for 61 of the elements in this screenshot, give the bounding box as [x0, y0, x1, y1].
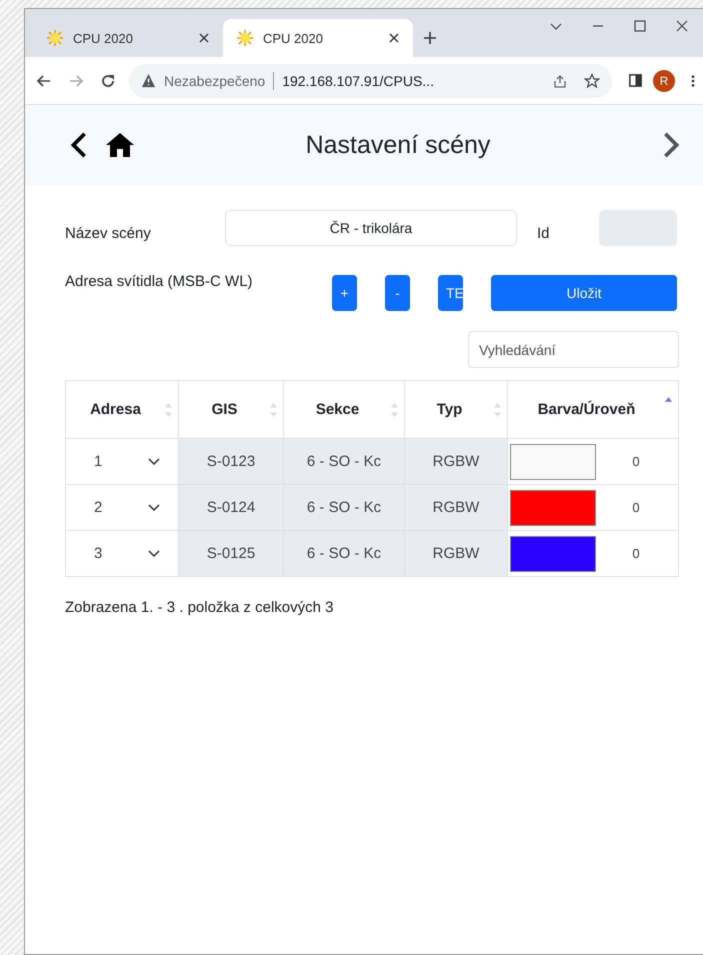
color-swatch[interactable]	[510, 536, 596, 572]
side-panel-icon[interactable]	[628, 73, 643, 88]
sun-icon	[237, 30, 253, 46]
action-button[interactable]: -	[385, 275, 410, 311]
level-value: 0	[631, 454, 641, 469]
forward-icon[interactable]	[661, 131, 681, 159]
column-title: Typ	[436, 401, 464, 418]
tab-title: CPU 2020	[73, 30, 134, 46]
column-header[interactable]: Barva/Úroveň	[508, 380, 678, 438]
color-swatch[interactable]	[510, 444, 596, 480]
column-header[interactable]: Adresa	[66, 380, 178, 438]
url-text: 192.168.107.91/CPUS...	[282, 72, 435, 88]
table-cell: 6 - SO - Kc	[284, 484, 404, 530]
security-label: Nezabezpečeno	[164, 72, 266, 88]
close-icon[interactable]	[675, 19, 689, 33]
table-cell: RGBW	[404, 484, 508, 530]
color-swatch[interactable]	[510, 490, 596, 526]
scene-name-label: Název scény	[65, 224, 152, 242]
table-cell: S-0124	[178, 484, 284, 530]
star-icon[interactable]	[584, 72, 600, 88]
browser-tab[interactable]: CPU 2020	[33, 19, 223, 57]
home-icon[interactable]	[105, 132, 135, 158]
column-title: Sekce	[314, 401, 360, 418]
tab-title: CPU 2020	[263, 30, 324, 46]
back-icon[interactable]	[69, 131, 89, 159]
table-cell: S-0125	[178, 530, 284, 576]
table-cell: 6 - SO - Kc	[284, 530, 404, 576]
id-label: Id	[536, 224, 551, 242]
profile-avatar[interactable]: R	[653, 70, 675, 92]
column-title: Barva/Úroveň	[536, 401, 636, 418]
table-cell: 6 - SO - Kc	[284, 438, 404, 484]
share-icon[interactable]	[552, 72, 568, 88]
table-info: Zobrazena 1. - 3 . položka z celkových 3	[65, 599, 334, 616]
chevron-down-icon	[148, 550, 160, 558]
column-title: Adresa	[89, 401, 142, 418]
column-title: GIS	[210, 401, 238, 418]
save-button[interactable]: Uložit	[491, 275, 677, 311]
table-cell: RGBW	[404, 530, 508, 576]
action-button[interactable]: TE	[438, 275, 463, 311]
back-icon[interactable]	[36, 72, 52, 88]
sun-icon	[47, 30, 63, 46]
warning-icon	[141, 73, 156, 88]
chevron-down-icon	[148, 458, 160, 466]
maximize-icon[interactable]	[633, 19, 647, 33]
chevron-down-icon	[148, 504, 160, 512]
close-icon[interactable]	[199, 33, 209, 43]
search-field[interactable]: Vyhledávání	[468, 331, 679, 368]
close-icon[interactable]	[389, 33, 399, 43]
page-title: Nastavení scény	[304, 130, 492, 160]
reload-icon[interactable]	[100, 72, 116, 88]
level-value: 0	[631, 546, 641, 561]
new-tab-icon[interactable]	[423, 31, 437, 45]
address-label: Adresa svítidla (MSB-C WL)	[65, 273, 254, 290]
table-cell: RGBW	[404, 438, 508, 484]
action-button[interactable]: +	[332, 275, 357, 311]
scene-name-field[interactable]: ČR - trikolára	[225, 210, 517, 246]
browser-tab[interactable]: CPU 2020	[223, 19, 413, 57]
table-cell: S-0123	[178, 438, 284, 484]
level-value: 0	[631, 500, 641, 515]
address-bar[interactable]: Nezabezpečeno 192.168.107.91/CPUS...	[129, 64, 612, 98]
menu-icon[interactable]	[691, 74, 695, 88]
